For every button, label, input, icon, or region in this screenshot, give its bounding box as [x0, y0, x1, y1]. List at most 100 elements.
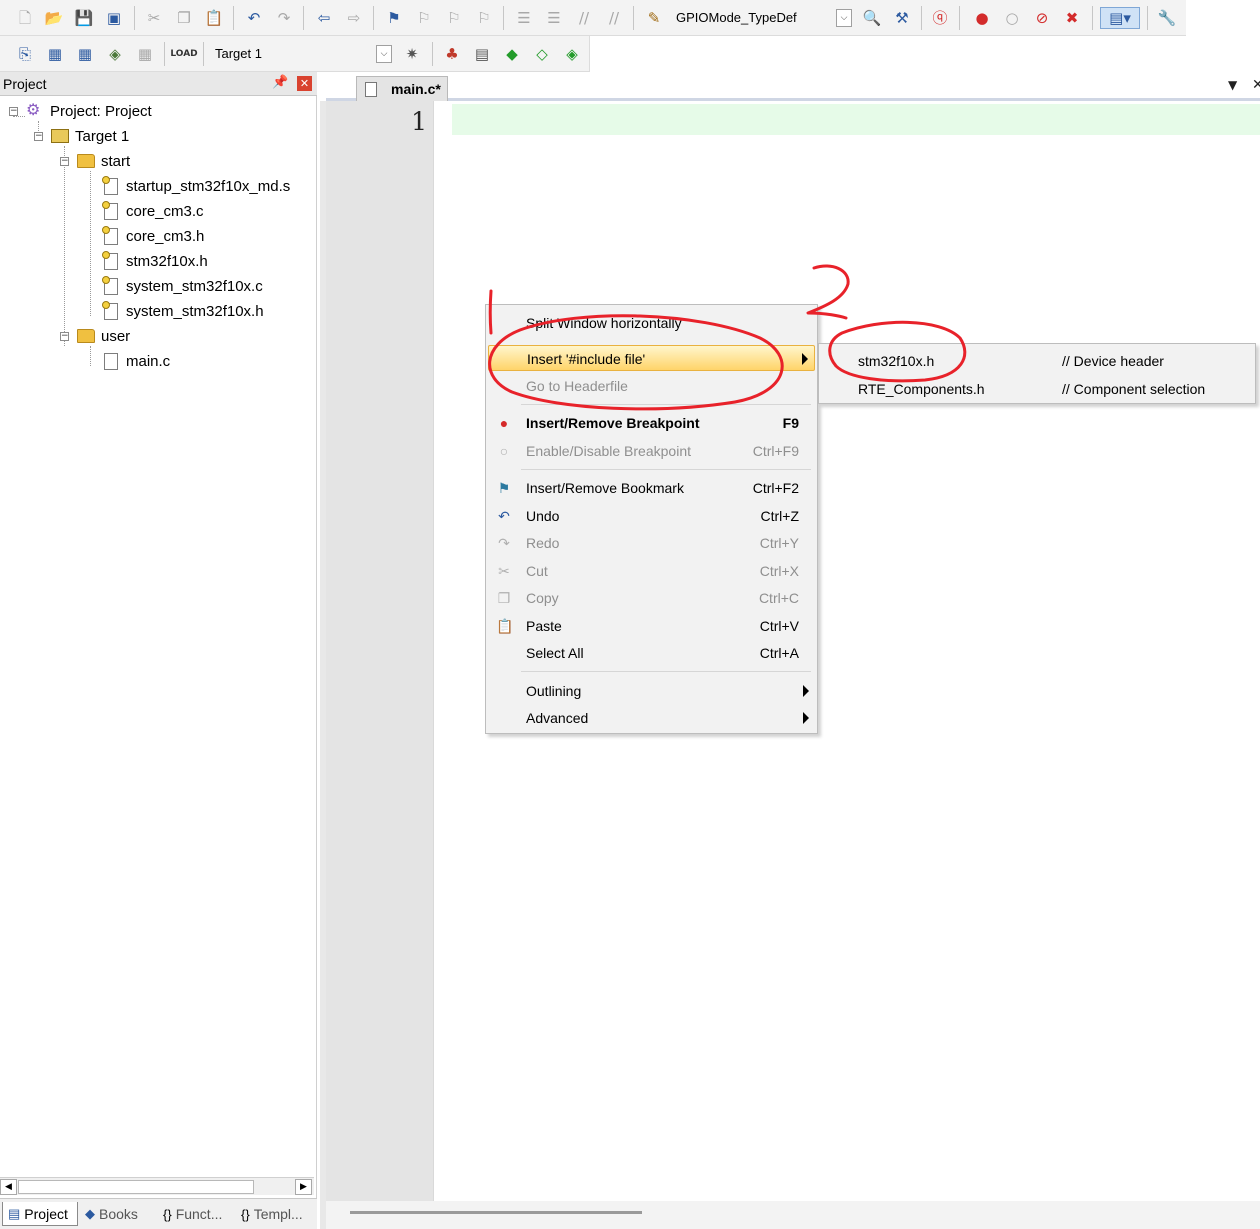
download-load-icon[interactable]: LOAD [170, 43, 197, 65]
paste-icon: 📋 [496, 618, 514, 634]
project-horizontal-scrollbar[interactable]: ◀ ▶ [0, 1177, 314, 1195]
open-folder-icon[interactable]: 📂 [43, 7, 65, 29]
configure-wrench-icon[interactable]: 🔧 [1156, 7, 1178, 29]
comment-icon[interactable]: // [573, 7, 595, 29]
scrollbar-thumb[interactable] [350, 1211, 642, 1214]
select-software-packs-icon[interactable]: ◈ [561, 43, 583, 65]
menu-item-insert-include[interactable]: Insert '#include file' [488, 345, 815, 371]
menu-item-paste[interactable]: 📋 Paste Ctrl+V [488, 613, 815, 639]
kill-all-breakpoints-icon[interactable]: ✖ [1061, 7, 1083, 29]
copy-icon[interactable]: ❐ [173, 7, 195, 29]
close-icon[interactable]: ✕ [297, 76, 312, 91]
tree-item-file[interactable]: system_stm32f10x.c [102, 274, 263, 298]
menu-item-insert-remove-bookmark[interactable]: ⚑ Insert/Remove Bookmark Ctrl+F2 [488, 475, 815, 501]
tree-item-file[interactable]: startup_stm32f10x_md.s [102, 174, 290, 198]
enable-breakpoint-icon[interactable]: ○ [1001, 7, 1023, 29]
tab-list-dropdown-icon[interactable]: ▼ [1228, 78, 1237, 92]
tree-item-file[interactable]: main.c [104, 349, 170, 373]
tree-item-file[interactable]: core_cm3.c [102, 199, 204, 223]
collapse-group-toggle[interactable]: − [60, 332, 69, 341]
menu-item-select-all[interactable]: Select All Ctrl+A [488, 640, 815, 666]
menu-item-cut[interactable]: ✂ Cut Ctrl+X [488, 558, 815, 584]
menu-item-redo[interactable]: ↷ Redo Ctrl+Y [488, 530, 815, 556]
uncomment-icon[interactable]: // [603, 7, 625, 29]
menu-item-enable-disable-breakpoint[interactable]: ○ Enable/Disable Breakpoint Ctrl+F9 [488, 438, 815, 464]
tab-main-c[interactable]: main.c* [356, 76, 448, 101]
save-icon[interactable]: 💾 [73, 7, 95, 29]
collapse-project-toggle[interactable]: − [9, 107, 18, 116]
translate-icon[interactable]: ⎘ [14, 43, 36, 65]
tab-project[interactable]: ▤ Project [2, 1202, 78, 1226]
toolbar-separator [164, 42, 165, 66]
menu-item-undo[interactable]: ↶ Undo Ctrl+Z [488, 503, 815, 529]
collapse-target-toggle[interactable]: − [34, 132, 43, 141]
tree-item-target[interactable]: Target 1 [51, 124, 129, 148]
cut-icon[interactable]: ✂ [143, 7, 165, 29]
menu-item-advanced[interactable]: Advanced [488, 705, 815, 731]
menu-item-copy[interactable]: ❐ Copy Ctrl+C [488, 585, 815, 611]
tree-item-group-start[interactable]: start [77, 149, 130, 173]
tree-item-project[interactable]: ⚙ Project: Project [26, 99, 152, 123]
rebuild-icon[interactable]: ▦ [74, 43, 96, 65]
pack-installer-icon[interactable]: ◇ [531, 43, 553, 65]
tree-item-group-user[interactable]: user [77, 324, 130, 348]
select-packs-icon[interactable]: ▤ [471, 43, 493, 65]
scroll-right-icon[interactable]: ▶ [295, 1179, 312, 1195]
tab-functions[interactable]: {} Funct... [158, 1202, 234, 1226]
scroll-left-icon[interactable]: ◀ [0, 1179, 17, 1195]
chevron-down-icon[interactable]: ⌵ [836, 9, 852, 27]
tree-item-file[interactable]: stm32f10x.h [102, 249, 208, 273]
collapse-group-toggle[interactable]: − [60, 157, 69, 166]
bookmark-icon[interactable]: ⚑ [383, 7, 405, 29]
breakpoint-icon[interactable]: ● [971, 7, 993, 29]
new-file-icon[interactable]: 🗋 [14, 7, 36, 29]
debug-session-icon[interactable]: ⓠ [929, 7, 951, 29]
disable-all-breakpoints-icon[interactable]: ⊘ [1031, 7, 1053, 29]
find-in-files-icon[interactable]: ✎ [643, 7, 665, 29]
target-combo[interactable]: Target 1 [215, 46, 262, 61]
menu-item-outlining[interactable]: Outlining [488, 678, 815, 704]
chevron-down-icon[interactable]: ⌵ [376, 45, 392, 63]
build-icon[interactable]: ▦ [44, 43, 66, 65]
next-bookmark-icon[interactable]: ⚐ [443, 7, 465, 29]
toolbar-separator [1092, 6, 1093, 30]
tab-books[interactable]: ◆ Books [80, 1202, 156, 1226]
submenu-item-rte-components-h[interactable]: RTE_Components.h // Component selection [821, 375, 1253, 401]
undo-icon[interactable]: ↶ [243, 7, 265, 29]
paste-icon[interactable]: 📋 [203, 7, 225, 29]
stop-build-icon[interactable]: ▦ [134, 43, 156, 65]
tree-connector [90, 171, 91, 316]
target-options-icon[interactable]: ✷ [401, 43, 423, 65]
find-icon[interactable]: 🔍 [861, 7, 883, 29]
tab-templates[interactable]: {} Templ... [236, 1202, 314, 1226]
menu-item-insert-remove-breakpoint[interactable]: ● Insert/Remove Breakpoint F9 [488, 410, 815, 436]
clear-bookmarks-icon[interactable]: ⚐ [473, 7, 495, 29]
tree-item-file[interactable]: core_cm3.h [102, 224, 205, 248]
save-all-icon[interactable]: ▣ [103, 7, 125, 29]
close-tab-icon[interactable]: ✕ [1252, 77, 1260, 93]
tree-item-file[interactable]: system_stm32f10x.h [102, 299, 264, 323]
disabled-breakpoint-icon: ○ [499, 443, 509, 459]
manage-project-items-icon[interactable]: ♣ [441, 43, 463, 65]
redo-icon[interactable]: ↷ [273, 7, 295, 29]
manage-rte-icon[interactable]: ◆ [501, 43, 523, 65]
function-combo[interactable]: GPIOMode_TypeDef [676, 10, 797, 25]
scrollbar-thumb[interactable] [18, 1180, 254, 1194]
navigate-forward-icon[interactable]: ⇨ [343, 7, 365, 29]
unindent-icon[interactable]: ☰ [543, 7, 565, 29]
copy-icon: ❐ [497, 590, 511, 606]
toolbar-separator [633, 6, 634, 30]
previous-bookmark-icon[interactable]: ⚐ [413, 7, 435, 29]
batch-build-icon[interactable]: ◈ [104, 43, 126, 65]
tree-item-label: core_cm3.h [126, 227, 205, 245]
navigate-back-icon[interactable]: ⇦ [313, 7, 335, 29]
menu-item-split-window[interactable]: Split Window horizontally [488, 310, 815, 336]
undo-icon: ↶ [498, 508, 510, 524]
menu-item-go-to-headerfile[interactable]: Go to Headerfile [488, 373, 815, 399]
indent-icon[interactable]: ☰ [513, 7, 535, 29]
window-layout-icon[interactable]: ▤▾ [1100, 7, 1140, 29]
editor-horizontal-scrollbar[interactable] [326, 1201, 1260, 1229]
incremental-find-icon[interactable]: ⚒ [891, 7, 913, 29]
submenu-item-stm32f10x-h[interactable]: stm32f10x.h // Device header [821, 347, 1253, 373]
pin-icon[interactable]: 📌 [272, 75, 288, 91]
